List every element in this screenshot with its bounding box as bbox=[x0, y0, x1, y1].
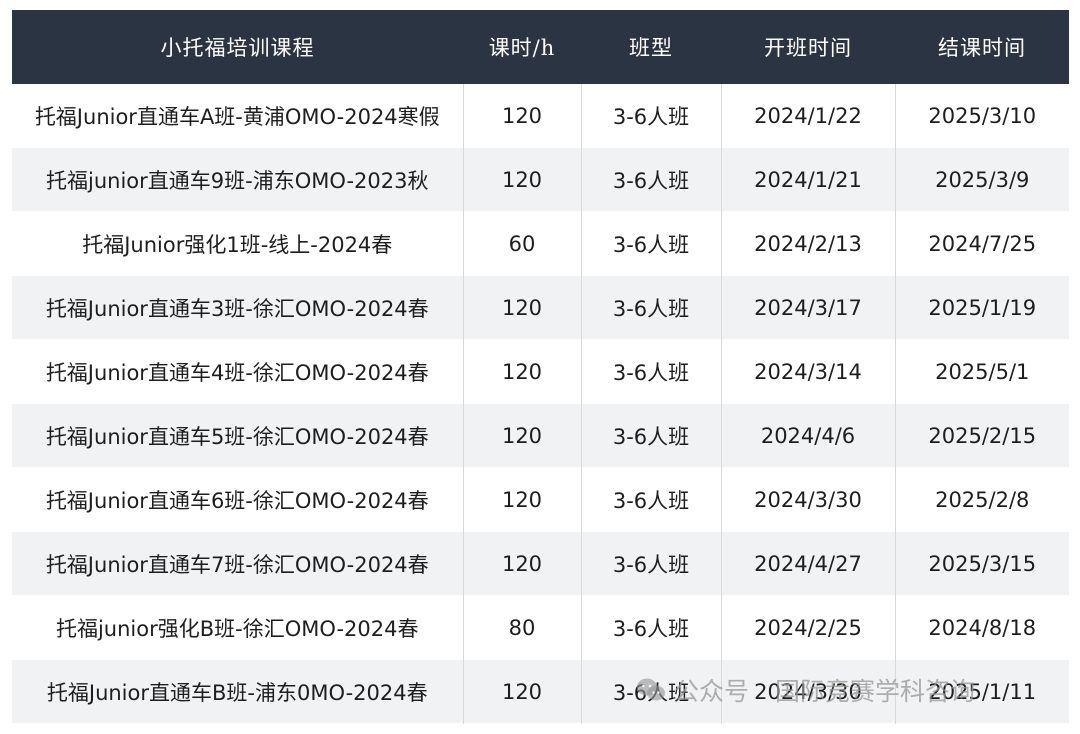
cell-hours: 80 bbox=[463, 595, 582, 660]
table-row: 托福Junior强化1班-线上-2024春 60 3-6人班 2024/2/13… bbox=[12, 211, 1069, 276]
cell-class-type: 3-6人班 bbox=[581, 147, 722, 212]
cell-end-date: 2025/3/10 bbox=[895, 84, 1069, 148]
cell-end-date: 2025/2/8 bbox=[895, 467, 1069, 532]
cell-start-date: 2024/3/30 bbox=[721, 467, 896, 532]
cell-class-type: 3-6人班 bbox=[581, 339, 722, 404]
cell-start-date: 2024/4/6 bbox=[721, 403, 896, 468]
cell-hours: 120 bbox=[463, 147, 582, 212]
cell-hours: 120 bbox=[463, 467, 582, 532]
table-row: 托福junior强化B班-徐汇OMO-2024春 80 3-6人班 2024/2… bbox=[12, 595, 1069, 660]
cell-class-type: 3-6人班 bbox=[581, 659, 722, 724]
table-row: 托福Junior直通车7班-徐汇OMO-2024春 120 3-6人班 2024… bbox=[12, 531, 1069, 596]
cell-hours: 120 bbox=[463, 275, 582, 340]
header-hours: 课时/h bbox=[463, 10, 581, 84]
cell-hours: 120 bbox=[463, 403, 582, 468]
cell-start-date: 2024/2/25 bbox=[721, 595, 896, 660]
cell-course: 托福Junior直通车6班-徐汇OMO-2024春 bbox=[12, 467, 464, 532]
cell-end-date: 2025/3/15 bbox=[895, 531, 1069, 596]
header-class-type: 班型 bbox=[581, 10, 721, 84]
cell-course: 托福Junior直通车B班-浦东0MO-2024春 bbox=[12, 659, 464, 724]
header-course: 小托福培训课程 bbox=[12, 10, 463, 84]
cell-end-date: 2025/2/15 bbox=[895, 403, 1069, 468]
cell-start-date: 2024/3/17 bbox=[721, 275, 896, 340]
cell-course: 托福junior强化B班-徐汇OMO-2024春 bbox=[12, 595, 464, 660]
cell-start-date: 2024/1/21 bbox=[721, 147, 896, 212]
table-row: 托福Junior直通车6班-徐汇OMO-2024春 120 3-6人班 2024… bbox=[12, 467, 1069, 532]
cell-hours: 120 bbox=[463, 339, 582, 404]
cell-start-date: 2024/3/30 bbox=[721, 659, 896, 724]
cell-course: 托福Junior直通车4班-徐汇OMO-2024春 bbox=[12, 339, 464, 404]
table-row: 托福Junior直通车B班-浦东0MO-2024春 120 3-6人班 2024… bbox=[12, 659, 1069, 724]
cell-hours: 120 bbox=[463, 84, 582, 148]
cell-course: 托福Junior直通车3班-徐汇OMO-2024春 bbox=[12, 275, 464, 340]
cell-end-date: 2025/5/1 bbox=[895, 339, 1069, 404]
cell-end-date: 2024/7/25 bbox=[895, 211, 1069, 276]
cell-start-date: 2024/3/14 bbox=[721, 339, 896, 404]
header-end-date: 结课时间 bbox=[895, 10, 1069, 84]
header-start-date: 开班时间 bbox=[721, 10, 895, 84]
course-table: 小托福培训课程 课时/h 班型 开班时间 结课时间 托福Junior直通车A班-… bbox=[12, 10, 1069, 724]
cell-end-date: 2024/8/18 bbox=[895, 595, 1069, 660]
cell-class-type: 3-6人班 bbox=[581, 84, 722, 148]
table-row: 托福Junior直通车5班-徐汇OMO-2024春 120 3-6人班 2024… bbox=[12, 403, 1069, 468]
cell-start-date: 2024/1/22 bbox=[721, 84, 896, 148]
cell-course: 托福Junior直通车5班-徐汇OMO-2024春 bbox=[12, 403, 464, 468]
cell-hours: 120 bbox=[463, 531, 582, 596]
cell-start-date: 2024/4/27 bbox=[721, 531, 896, 596]
cell-end-date: 2025/1/19 bbox=[895, 275, 1069, 340]
cell-class-type: 3-6人班 bbox=[581, 275, 722, 340]
cell-course: 托福junior直通车9班-浦东OMO-2023秋 bbox=[12, 147, 464, 212]
table-row: 托福Junior直通车3班-徐汇OMO-2024春 120 3-6人班 2024… bbox=[12, 275, 1069, 340]
cell-end-date: 2025/1/11 bbox=[895, 659, 1069, 724]
cell-class-type: 3-6人班 bbox=[581, 403, 722, 468]
cell-class-type: 3-6人班 bbox=[581, 595, 722, 660]
cell-class-type: 3-6人班 bbox=[581, 531, 722, 596]
cell-class-type: 3-6人班 bbox=[581, 211, 722, 276]
cell-course: 托福Junior直通车A班-黄浦OMO-2024寒假 bbox=[12, 84, 464, 148]
cell-class-type: 3-6人班 bbox=[581, 467, 722, 532]
cell-course: 托福Junior强化1班-线上-2024春 bbox=[12, 211, 464, 276]
table-row: 托福Junior直通车A班-黄浦OMO-2024寒假 120 3-6人班 202… bbox=[12, 84, 1069, 148]
cell-start-date: 2024/2/13 bbox=[721, 211, 896, 276]
table-row: 托福Junior直通车4班-徐汇OMO-2024春 120 3-6人班 2024… bbox=[12, 339, 1069, 404]
cell-end-date: 2025/3/9 bbox=[895, 147, 1069, 212]
cell-hours: 60 bbox=[463, 211, 582, 276]
table-row: 托福junior直通车9班-浦东OMO-2023秋 120 3-6人班 2024… bbox=[12, 147, 1069, 212]
header-row: 小托福培训课程 课时/h 班型 开班时间 结课时间 bbox=[12, 10, 1069, 84]
cell-hours: 120 bbox=[463, 659, 582, 724]
cell-course: 托福Junior直通车7班-徐汇OMO-2024春 bbox=[12, 531, 464, 596]
